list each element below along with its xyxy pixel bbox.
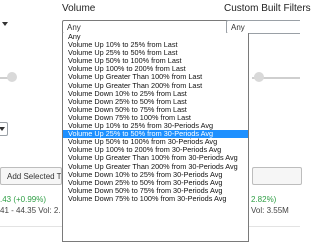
range-slider-handle[interactable] bbox=[254, 72, 264, 82]
volume-filter-label: Volume bbox=[62, 3, 96, 14]
custom-built-filters-label: Custom Built Filters bbox=[224, 3, 311, 14]
range-slider-handle[interactable] bbox=[7, 72, 17, 82]
custom-built-filters-select[interactable]: Any bbox=[226, 20, 300, 34]
volume-right: Vol: 3.55M bbox=[251, 206, 289, 215]
chevron-down-icon bbox=[0, 127, 5, 131]
volume-option[interactable]: Volume Down 75% to 100% from 30-Periods … bbox=[63, 194, 248, 203]
volume-filter-value: Any bbox=[67, 23, 81, 32]
secondary-button[interactable] bbox=[252, 167, 302, 185]
price-change-right: 2.82%) bbox=[251, 195, 277, 204]
add-selected-button[interactable]: Add Selected To bbox=[0, 167, 62, 185]
custom-built-filters-value: Any bbox=[231, 23, 245, 32]
volume-filter-select[interactable]: Any bbox=[62, 20, 249, 34]
price-range-left: 41 - 44.35 Vol: 2. bbox=[0, 206, 61, 215]
price-change-left: .43 (+0.99%) bbox=[0, 195, 47, 204]
volume-filter-dropdown-list[interactable]: Any Volume Up 10% to 25% from Last Volume … bbox=[62, 33, 249, 242]
left-select[interactable] bbox=[0, 122, 8, 136]
chevron-down-icon bbox=[2, 22, 8, 26]
